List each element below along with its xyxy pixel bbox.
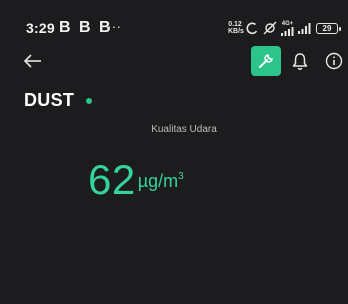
bell-icon[interactable] bbox=[291, 51, 309, 71]
network-speed: 0.12 KB/s bbox=[228, 21, 244, 35]
device-name: DUST bbox=[24, 90, 75, 110]
more-notifications-icon: ··· bbox=[107, 18, 121, 34]
reading-unit: µg/m3 bbox=[138, 168, 184, 190]
wrench-icon bbox=[259, 54, 273, 68]
info-icon[interactable] bbox=[324, 51, 344, 71]
alarm-icon bbox=[246, 22, 258, 34]
status-indicators: 0.12 KB/s 4G+ 29 bbox=[228, 18, 341, 38]
cellular-signal-1: 4G+ bbox=[281, 21, 294, 36]
arrow-left-icon[interactable] bbox=[22, 52, 44, 70]
network-speed-value: 0.12 bbox=[228, 21, 242, 28]
status-time: 3:29 bbox=[26, 20, 55, 36]
battery-icon: 29 bbox=[316, 22, 341, 34]
reading-value: 62 bbox=[88, 156, 136, 203]
battery-level: 29 bbox=[322, 23, 332, 33]
reading-unit-exponent: 3 bbox=[178, 171, 184, 182]
signal-bars-icon-2 bbox=[298, 22, 311, 34]
dust-reading: 62 µg/m3 bbox=[88, 158, 184, 202]
reading-unit-text: µg/m bbox=[137, 171, 179, 191]
network-speed-unit: KB/s bbox=[228, 28, 244, 35]
app-screen: 3:29 B B B ··· 0.12 KB/s 4G+ 29 DUST Kua… bbox=[0, 0, 348, 304]
settings-button[interactable] bbox=[251, 46, 281, 76]
device-header: DUST bbox=[24, 90, 93, 111]
notification-icons: B B B bbox=[59, 19, 113, 36]
mute-icon bbox=[263, 21, 277, 35]
online-dot-icon bbox=[86, 97, 93, 104]
air-quality-label: Kualitas Udara bbox=[151, 124, 217, 135]
signal-bars-icon bbox=[281, 26, 294, 36]
